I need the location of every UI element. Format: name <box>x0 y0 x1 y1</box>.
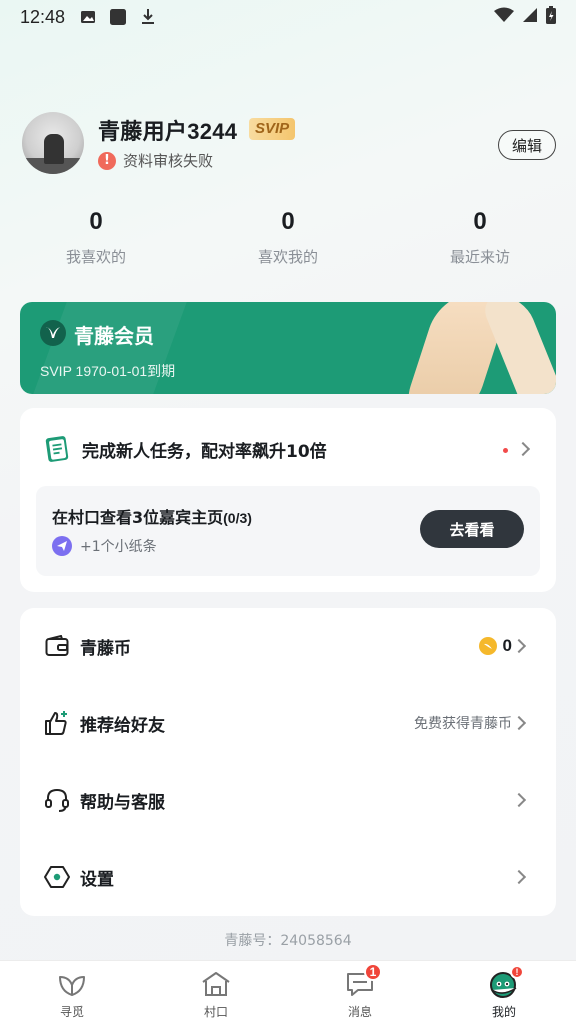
stat-likes-me[interactable]: 0 喜欢我的 <box>213 208 363 267</box>
stat-value: 0 <box>281 208 295 235</box>
stats-row: 0 我喜欢的 0 喜欢我的 0 最近来访 <box>0 208 576 278</box>
menu-card: 青藤币 0 推荐给好友 免费获得青藤币 帮助与客服 设置 <box>20 608 556 916</box>
coin-balance: 0 <box>478 636 512 656</box>
stat-label: 最近来访 <box>449 248 510 266</box>
membership-card[interactable]: 青藤会员 SVIP 1970-01-01到期 <box>20 302 556 394</box>
task-card: 完成新人任务，配对率飙升10倍 在村口查看3位嘉宾主页(0/3) +1个小纸条 … <box>20 408 556 592</box>
chevron-right-icon <box>511 792 527 808</box>
tab-explore[interactable]: 寻觅 <box>0 961 144 1024</box>
menu-item-label: 帮助与客服 <box>80 792 165 813</box>
tab-label: 消息 <box>347 1005 372 1019</box>
house-icon <box>200 969 232 999</box>
menu-item-label: 设置 <box>80 869 114 890</box>
wallet-icon <box>44 633 70 659</box>
coin-count: 0 <box>502 636 512 655</box>
wifi-icon <box>494 7 514 28</box>
review-status: ! 资料审核失败 <box>98 150 213 171</box>
task-list-icon <box>44 435 70 463</box>
settings-hexagon-icon <box>44 864 70 890</box>
chevron-right-icon <box>511 715 527 731</box>
thumbs-up-icon <box>44 710 70 736</box>
chevron-right-icon <box>515 441 531 457</box>
username: 青藤用户3244 <box>98 119 238 144</box>
tab-label: 寻觅 <box>59 1005 84 1019</box>
tab-me[interactable]: ! 我的 <box>432 961 576 1024</box>
stat-label: 喜欢我的 <box>257 248 318 266</box>
stat-i-like[interactable]: 0 我喜欢的 <box>21 208 171 267</box>
membership-expire: SVIP 1970-01-01到期 <box>40 363 176 379</box>
membership-title: 青藤会员 <box>74 324 154 348</box>
svip-badge[interactable]: SVIP <box>249 118 296 140</box>
warning-icon: ! <box>98 151 116 170</box>
headset-icon <box>44 787 70 813</box>
chevron-right-icon <box>511 638 527 654</box>
bottom-tab-bar: 寻觅 村口 1 消息 ! 我的 <box>0 960 576 1024</box>
review-status-text: 资料审核失败 <box>123 152 214 170</box>
task-title: 完成新人任务，配对率飙升10倍 <box>82 441 327 462</box>
edit-button[interactable]: 编辑 <box>498 130 556 160</box>
task-header[interactable]: 完成新人任务，配对率飙升10倍 <box>44 434 534 464</box>
stat-value: 0 <box>89 208 103 235</box>
tab-village[interactable]: 村口 <box>144 961 288 1024</box>
download-icon <box>139 8 157 26</box>
menu-item-recommend[interactable]: 推荐给好友 免费获得青藤币 <box>20 685 556 761</box>
go-look-button[interactable]: 去看看 <box>420 510 524 548</box>
stat-label: 我喜欢的 <box>65 248 126 266</box>
leaf-icon <box>56 969 88 999</box>
stat-recent-visitors[interactable]: 0 最近来访 <box>405 208 555 267</box>
coin-icon <box>478 637 497 655</box>
tab-label: 我的 <box>491 1005 516 1019</box>
menu-item-vine-coins[interactable]: 青藤币 0 <box>20 608 556 684</box>
tab-messages[interactable]: 1 消息 <box>288 961 432 1024</box>
signal-icon <box>522 7 538 28</box>
message-count-badge: 1 <box>364 963 382 981</box>
menu-item-label: 青藤币 <box>80 638 131 659</box>
task-progress: (0/3) <box>223 510 252 526</box>
menu-item-settings[interactable]: 设置 <box>20 839 556 915</box>
chat-icon: 1 <box>344 963 382 999</box>
alert-badge: ! <box>510 965 524 979</box>
task-item: 在村口查看3位嘉宾主页(0/3) +1个小纸条 去看看 <box>36 486 540 576</box>
menu-item-hint: 免费获得青藤币 <box>414 716 512 732</box>
paper-plane-icon <box>52 536 72 556</box>
avatar[interactable] <box>22 112 84 174</box>
task-reward: +1个小纸条 <box>52 536 157 556</box>
stat-value: 0 <box>473 208 487 235</box>
vine-logo-icon <box>40 320 66 346</box>
unread-dot <box>503 448 508 453</box>
status-time: 12:48 <box>20 6 66 27</box>
task-item-title: 在村口查看3位嘉宾主页(0/3) <box>52 504 252 528</box>
tab-label: 村口 <box>203 1005 228 1019</box>
menu-item-help[interactable]: 帮助与客服 <box>20 762 556 838</box>
task-reward-text: +1个小纸条 <box>80 539 157 555</box>
chevron-right-icon <box>511 869 527 885</box>
status-bar: 12:48 <box>0 0 576 34</box>
square-icon <box>109 8 127 26</box>
menu-item-label: 推荐给好友 <box>80 715 165 736</box>
image-icon <box>79 8 97 26</box>
task-item-text: 在村口查看3位嘉宾主页 <box>52 508 224 527</box>
battery-charging-icon <box>546 5 556 29</box>
profile-header: 青藤用户3244 SVIP ! 资料审核失败 编辑 <box>22 112 556 178</box>
vine-id: 青藤号：24058564 <box>224 933 352 949</box>
profile-face-icon: ! <box>488 965 524 999</box>
